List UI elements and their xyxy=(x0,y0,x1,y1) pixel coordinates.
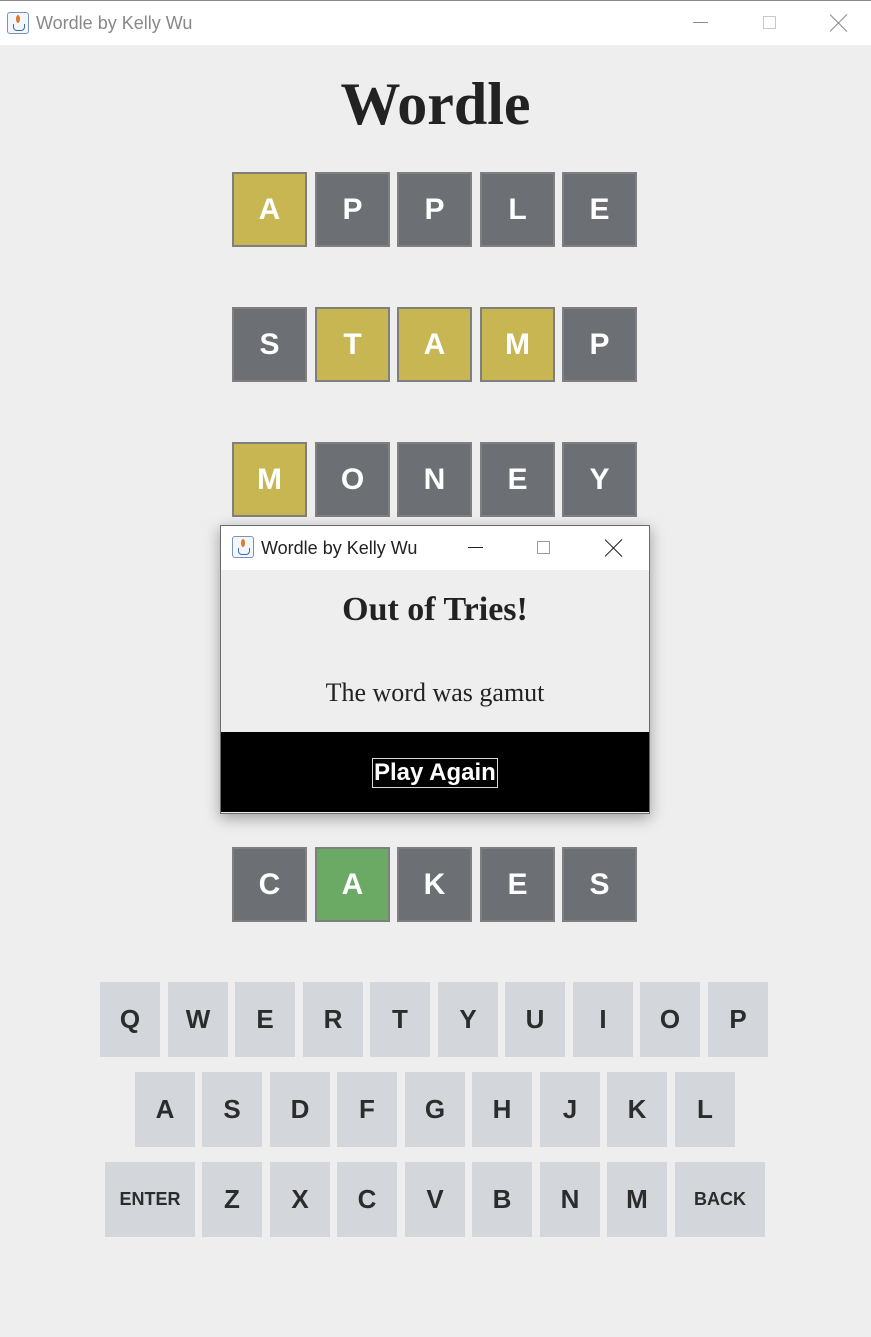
key-y[interactable]: Y xyxy=(438,982,498,1057)
key-n[interactable]: N xyxy=(540,1162,600,1237)
key-r[interactable]: R xyxy=(303,982,363,1057)
window-title: Wordle by Kelly Wu xyxy=(36,13,193,33)
grid-tile: S xyxy=(232,307,307,382)
close-button[interactable] xyxy=(816,1,862,45)
key-q[interactable]: Q xyxy=(100,982,160,1057)
java-app-icon xyxy=(232,536,254,558)
key-d[interactable]: D xyxy=(270,1072,330,1147)
grid-tile: N xyxy=(397,442,472,517)
grid-tile: P xyxy=(562,307,637,382)
minimize-icon xyxy=(468,547,483,548)
maximize-icon xyxy=(763,16,776,29)
grid-tile: T xyxy=(315,307,390,382)
close-icon xyxy=(605,539,623,557)
dialog-message: The word was gamut xyxy=(325,678,545,707)
key-o[interactable]: O xyxy=(640,982,700,1057)
key-c[interactable]: C xyxy=(337,1162,397,1237)
grid-tile: O xyxy=(315,442,390,517)
grid-tile: A xyxy=(397,307,472,382)
key-back[interactable]: BACK xyxy=(675,1162,765,1237)
grid-tile: E xyxy=(480,442,555,517)
play-again-button[interactable]: Play Again xyxy=(372,758,498,788)
dialog-maximize-button[interactable] xyxy=(520,526,566,570)
maximize-icon xyxy=(537,541,550,554)
grid-tile: Y xyxy=(562,442,637,517)
key-b[interactable]: B xyxy=(472,1162,532,1237)
grid-tile: M xyxy=(232,442,307,517)
grid-tile: L xyxy=(480,172,555,247)
page-title: Wordle xyxy=(340,71,531,137)
key-a[interactable]: A xyxy=(135,1072,195,1147)
key-g[interactable]: G xyxy=(405,1072,465,1147)
key-w[interactable]: W xyxy=(168,982,228,1057)
grid-tile: C xyxy=(232,847,307,922)
grid-tile: K xyxy=(397,847,472,922)
grid-tile: E xyxy=(480,847,555,922)
game-over-dialog: Wordle by Kelly Wu Out of Tries! The wor… xyxy=(220,525,650,814)
key-enter[interactable]: ENTER xyxy=(105,1162,195,1237)
dialog-button-bar: Play Again xyxy=(221,732,649,812)
key-p[interactable]: P xyxy=(708,982,768,1057)
key-l[interactable]: L xyxy=(675,1072,735,1147)
key-f[interactable]: F xyxy=(337,1072,397,1147)
key-t[interactable]: T xyxy=(370,982,430,1057)
close-icon xyxy=(830,14,848,32)
grid-tile: S xyxy=(562,847,637,922)
dialog-close-button[interactable] xyxy=(591,526,637,570)
key-h[interactable]: H xyxy=(472,1072,532,1147)
key-x[interactable]: X xyxy=(270,1162,330,1237)
key-m[interactable]: M xyxy=(607,1162,667,1237)
grid-tile: A xyxy=(232,172,307,247)
grid-tile: E xyxy=(562,172,637,247)
dialog-title: Wordle by Kelly Wu xyxy=(261,538,418,558)
key-v[interactable]: V xyxy=(405,1162,465,1237)
key-i[interactable]: I xyxy=(573,982,633,1057)
key-s[interactable]: S xyxy=(202,1072,262,1147)
dialog-heading: Out of Tries! xyxy=(342,591,528,628)
key-e[interactable]: E xyxy=(235,982,295,1057)
maximize-button[interactable] xyxy=(746,1,792,45)
key-u[interactable]: U xyxy=(505,982,565,1057)
java-app-icon xyxy=(7,12,29,34)
key-k[interactable]: K xyxy=(607,1072,667,1147)
window-title-bar: Wordle by Kelly Wu xyxy=(0,0,871,45)
grid-tile: M xyxy=(480,307,555,382)
key-j[interactable]: J xyxy=(540,1072,600,1147)
minimize-icon xyxy=(693,22,708,23)
dialog-title-bar: Wordle by Kelly Wu xyxy=(221,526,649,570)
dialog-minimize-button[interactable] xyxy=(452,526,498,570)
grid-tile: A xyxy=(315,847,390,922)
minimize-button[interactable] xyxy=(677,1,723,45)
grid-tile: P xyxy=(397,172,472,247)
key-z[interactable]: Z xyxy=(202,1162,262,1237)
grid-tile: P xyxy=(315,172,390,247)
